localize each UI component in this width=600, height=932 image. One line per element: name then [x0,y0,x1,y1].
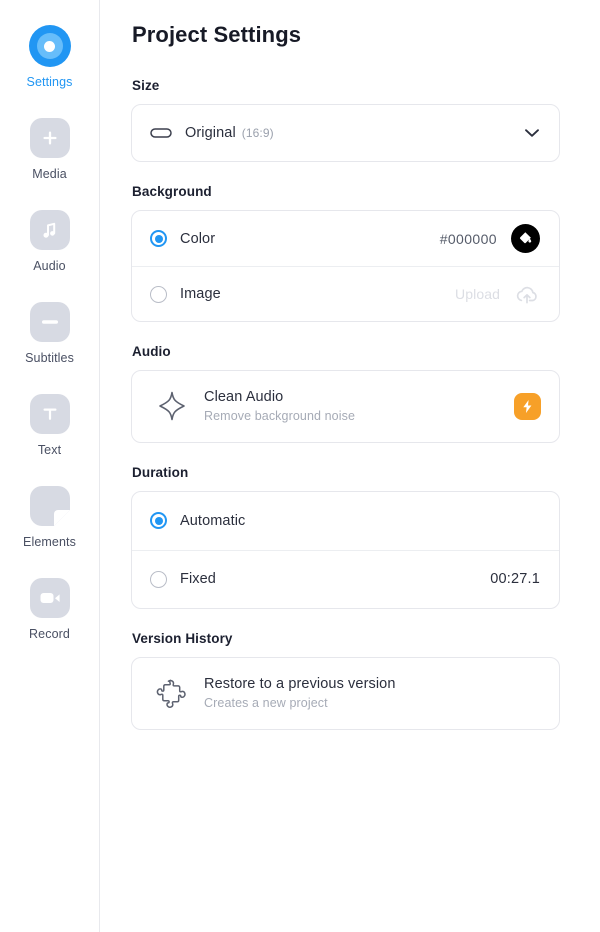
sidebar-item-record[interactable]: Record [0,570,100,662]
size-ratio-label: (16:9) [241,126,274,140]
size-selected-label: Original [185,125,236,141]
clean-audio-row[interactable]: Clean Audio Remove background noise [132,371,559,442]
cloud-upload-icon[interactable] [514,283,540,305]
sidebar-item-label: Record [29,627,70,641]
background-color-label: Color [180,230,216,247]
size-select[interactable]: Original (16:9) [132,105,559,161]
section-duration: Duration Automatic Fixed 00:27.1 [131,465,560,609]
clean-audio-subtitle: Remove background noise [204,409,355,424]
duration-automatic-radio[interactable] [150,512,167,530]
version-history-card: Restore to a previous version Creates a … [131,656,560,730]
section-background: Background Color #000000 Image Upload [131,184,560,322]
section-size: Size Original (16:9) [131,78,560,162]
video-camera-icon [28,576,72,620]
audio-card: Clean Audio Remove background noise [131,370,560,443]
background-image-radio[interactable] [150,285,167,303]
size-card: Original (16:9) [131,104,560,162]
subtitles-icon [28,300,72,344]
duration-fixed-value[interactable]: 00:27.1 [490,571,540,587]
sidebar-item-media[interactable]: Media [0,110,100,202]
sidebar-item-subtitles[interactable]: Subtitles [0,294,100,386]
section-label-background: Background [132,184,212,199]
section-label-audio: Audio [132,344,171,359]
background-upload-label[interactable]: Upload [455,286,500,302]
page-title: Project Settings [132,22,302,47]
sidebar-item-audio[interactable]: Audio [0,202,100,294]
duration-automatic-row[interactable]: Automatic [132,492,559,550]
puzzle-piece-icon [152,676,192,710]
sidebar-item-label: Text [37,443,62,457]
plus-icon [28,116,72,160]
sidebar-item-label: Settings [26,75,73,89]
sidebar: Settings Media Audio Subtitles Text Elem… [0,0,100,932]
text-t-icon [28,392,72,436]
background-color-value: #000000 [439,230,497,247]
paint-bucket-icon [517,230,534,247]
section-label-version-history: Version History [132,630,233,646]
duration-card: Automatic Fixed 00:27.1 [131,490,560,609]
shapes-icon [28,484,72,528]
lightning-bolt-icon [521,399,534,414]
background-color-radio[interactable] [150,230,167,247]
sidebar-item-settings[interactable]: Settings [0,18,100,110]
background-card: Color #000000 Image Upload [131,210,560,322]
section-label-duration: Duration [132,464,189,480]
pro-badge[interactable] [514,392,541,420]
section-audio: Audio Clean Audio Remove background nois… [131,344,560,443]
background-image-label: Image [180,286,221,302]
duration-fixed-label: Fixed [180,571,216,588]
section-label-size: Size [132,78,160,93]
restore-version-row[interactable]: Restore to a previous version Creates a … [132,658,559,729]
duration-fixed-row[interactable]: Fixed 00:27.1 [132,549,559,608]
sidebar-item-label: Audio [33,259,66,273]
sidebar-item-label: Media [32,167,67,181]
sidebar-item-label: Subtitles [25,351,74,365]
sidebar-item-label: Elements [23,535,76,549]
settings-target-icon [28,24,72,68]
restore-version-subtitle: Creates a new project [204,695,328,710]
clean-audio-title: Clean Audio [204,389,284,405]
chevron-down-icon[interactable] [524,128,540,138]
duration-automatic-label: Automatic [180,512,246,529]
aspect-ratio-icon [150,126,172,140]
sidebar-item-elements[interactable]: Elements [0,478,100,570]
background-color-row[interactable]: Color #000000 [132,211,559,266]
music-note-icon [28,208,72,252]
restore-version-title: Restore to a previous version [204,675,396,692]
settings-panel: Project Settings Size Original (16:9) Ba… [100,0,600,932]
background-image-row[interactable]: Image Upload [132,266,559,321]
app-root: Settings Media Audio Subtitles Text Elem… [0,0,600,932]
section-version-history: Version History Restore to a previous ve… [131,631,560,730]
sparkle-icon [152,389,192,423]
color-picker-button[interactable] [511,224,540,253]
duration-fixed-radio[interactable] [150,570,167,588]
sidebar-item-text[interactable]: Text [0,386,100,478]
